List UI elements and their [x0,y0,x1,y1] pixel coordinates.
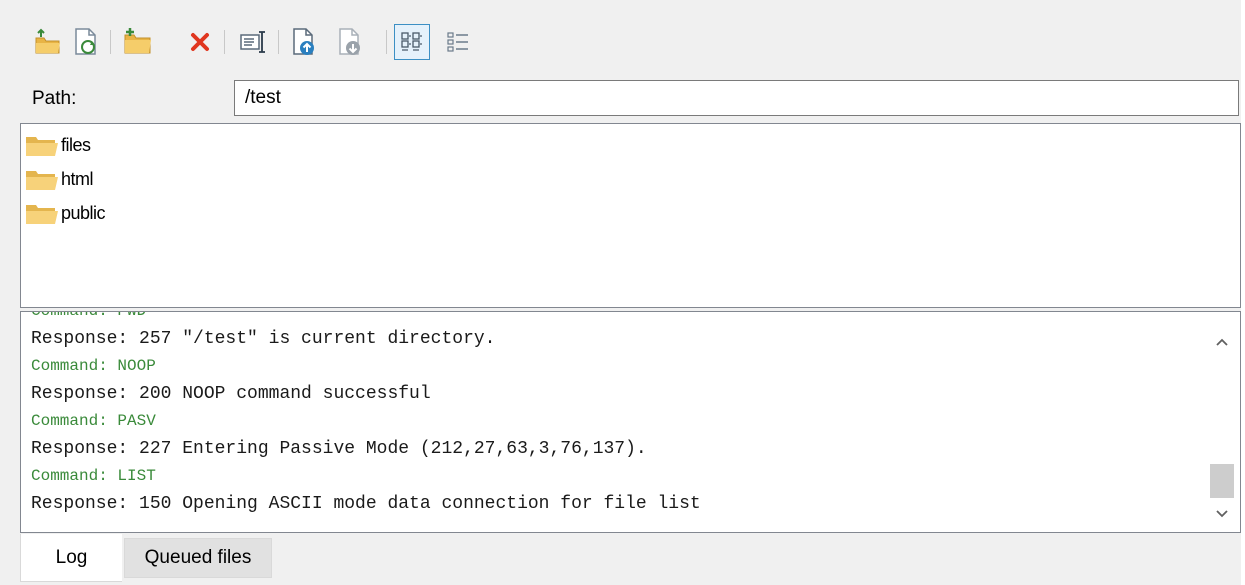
download-icon [339,28,360,55]
folder-icon [26,205,58,224]
scroll-up-button[interactable] [1204,324,1240,360]
parent-folder-button[interactable] [30,24,66,60]
log-response-line: Response: 150 Opening ASCII mode data co… [31,493,701,514]
right-border [1241,0,1245,585]
parent-folder-icon [35,28,60,54]
file-name: html [61,168,94,189]
folder-icon [26,137,58,156]
rename-icon [240,31,265,53]
refresh-icon [75,28,96,55]
log-command-line: Command: PASV [31,412,156,430]
icon-view-button[interactable] [394,24,430,60]
log-command-line: Command: PWD [31,311,147,320]
top-border [0,0,1245,10]
toolbar-separator [224,30,225,54]
log-response-line: Response: 200 NOOP command successful [31,383,431,404]
log-command-line: Command: NOOP [31,357,156,375]
folder-icon [26,171,58,190]
detail-view-icon [447,32,468,52]
detail-view-button[interactable] [440,24,476,60]
toolbar-separator [386,30,387,54]
list-item[interactable]: files [25,130,91,160]
new-folder-button[interactable] [120,24,156,60]
delete-button[interactable] [182,24,218,60]
log-lines: Command: PWD Response: 257 "/test" is cu… [31,311,701,518]
upload-icon [293,28,314,55]
delete-icon [191,33,209,51]
tab-queued-files[interactable]: Queued files [124,538,272,578]
file-list[interactable]: files html public [20,123,1241,308]
log-response-line: Response: 227 Entering Passive Mode (212… [31,438,647,459]
icon-view-icon [401,32,422,51]
list-item[interactable]: public [25,198,106,228]
path-label: Path: [32,88,77,109]
list-item[interactable]: html [25,164,94,194]
chevron-down-icon [1216,510,1228,518]
log-scrollbar[interactable] [1204,312,1240,532]
refresh-button[interactable] [68,24,104,60]
file-name: files [61,134,91,155]
scroll-down-button[interactable] [1204,496,1240,532]
rename-button[interactable] [235,24,271,60]
chevron-up-icon [1216,338,1228,346]
upload-button[interactable] [286,24,322,60]
toolbar-separator [110,30,111,54]
path-input[interactable] [234,80,1239,116]
file-name: public [61,202,106,223]
tab-log[interactable]: Log [20,534,122,582]
new-folder-icon [124,28,151,54]
log-response-line: Response: 257 "/test" is current directo… [31,328,496,349]
toolbar-separator [278,30,279,54]
ftp-panel: Path: files html public C [0,0,1245,585]
download-button[interactable] [332,24,368,60]
scroll-thumb[interactable] [1210,464,1234,498]
log-command-line: Command: LIST [31,467,156,485]
log-panel[interactable]: Command: PWD Response: 257 "/test" is cu… [20,311,1241,533]
